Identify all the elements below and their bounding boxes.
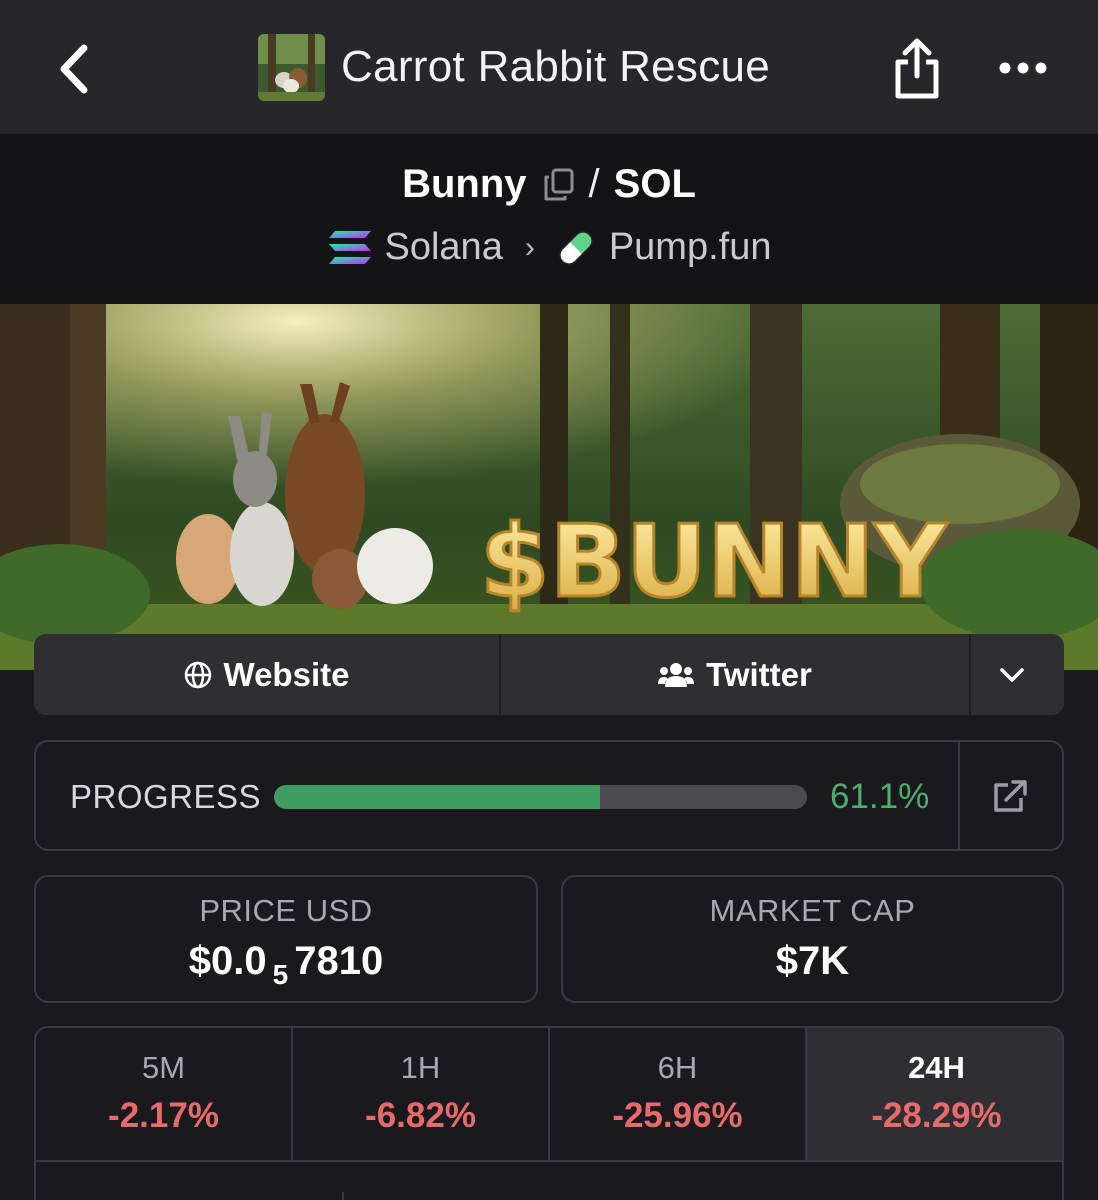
progress-bar-fill (274, 785, 600, 809)
bonding-progress-card: PROGRESS 61.1% (34, 740, 1064, 851)
progress-bar (274, 785, 807, 809)
price-change-table: 5M -2.17% 1H -6.82% 6H -25.96% 24H -28.2… (34, 1026, 1064, 1200)
chevron-down-icon (999, 667, 1024, 682)
links-row: Website Twitter (34, 634, 1064, 715)
divider (342, 1192, 344, 1200)
price-digits: 7810 (294, 939, 384, 983)
divider (958, 742, 960, 849)
chain-name: Solana (384, 226, 503, 268)
timeframe-label: 24H (908, 1050, 965, 1085)
twitter-label: Twitter (706, 655, 812, 693)
chevron-right-icon: › (524, 230, 535, 264)
chain-breadcrumb: Solana › Pump.fun (0, 226, 1098, 269)
share-button[interactable] (884, 36, 950, 102)
timeframe-change: -28.29% (871, 1096, 1002, 1135)
price-prefix: $0.0 (188, 939, 267, 983)
timeframe-tab-24h[interactable]: 24H -28.29% (807, 1028, 1062, 1160)
users-icon (658, 662, 695, 687)
base-token: Bunny (402, 162, 527, 206)
external-link-button[interactable] (988, 776, 1032, 816)
website-button[interactable]: Website (34, 634, 501, 715)
progress-label: PROGRESS (70, 778, 262, 815)
quote-token: SOL (613, 162, 696, 206)
timeframe-tab-5m[interactable]: 5M -2.17% (36, 1028, 293, 1160)
progress-value: 61.1% (830, 777, 930, 816)
timeframe-tab-6h[interactable]: 6H -25.96% (550, 1028, 807, 1160)
share-icon (895, 38, 939, 99)
pair-header: Bunny / SOL Solana › Pump.fun (0, 134, 1098, 304)
token-title: Carrot Rabbit Rescue (258, 32, 770, 102)
token-banner-image: $BUNNY (0, 304, 1098, 670)
chain-link-solana[interactable]: Solana (327, 226, 503, 269)
timeframe-tabs: 5M -2.17% 1H -6.82% 6H -25.96% 24H -28.2… (36, 1028, 1062, 1160)
token-avatar (258, 33, 325, 101)
timeframe-change: -6.82% (365, 1096, 476, 1135)
pill-icon (559, 230, 593, 265)
price-usd-value: $0.0 5 7810 (36, 939, 536, 991)
market-cap-card: MARKET CAP $7K (561, 875, 1064, 1003)
price-zero-count: 5 (272, 959, 289, 990)
website-label: Website (223, 655, 350, 693)
timeframe-tab-1h[interactable]: 1H -6.82% (293, 1028, 550, 1160)
pair-separator: / (588, 162, 600, 206)
timeframe-change: -25.96% (612, 1096, 743, 1135)
chevron-left-icon (60, 44, 88, 94)
solana-icon (328, 230, 371, 264)
market-cap-label: MARKET CAP (709, 893, 916, 928)
market-cap-value: $7K (775, 939, 850, 983)
app-title: Carrot Rabbit Rescue (341, 42, 771, 91)
timeframe-label: 1H (400, 1050, 441, 1085)
dex-link-pumpfun[interactable]: Pump.fun (555, 226, 772, 269)
more-button[interactable] (990, 40, 1056, 96)
pair-name: Bunny / SOL (0, 162, 1098, 207)
top-nav-bar: Carrot Rabbit Rescue (0, 0, 1098, 134)
price-usd-card: PRICE USD $0.0 5 7810 (34, 875, 538, 1003)
back-button[interactable] (44, 36, 104, 102)
copy-button[interactable] (543, 168, 575, 202)
dex-name: Pump.fun (608, 226, 772, 268)
more-dots-icon (999, 62, 1047, 74)
copy-icon (544, 168, 574, 200)
divider (36, 1160, 1062, 1162)
timeframe-change: -2.17% (108, 1096, 219, 1135)
twitter-button[interactable]: Twitter (501, 634, 971, 715)
timeframe-label: 6H (657, 1050, 698, 1085)
globe-icon (184, 661, 211, 688)
timeframe-label: 5M (141, 1050, 186, 1085)
external-link-icon (994, 780, 1027, 812)
links-expand-button[interactable] (971, 634, 1064, 715)
price-usd-label: PRICE USD (199, 893, 373, 928)
banner-text: $BUNNY (480, 503, 948, 620)
